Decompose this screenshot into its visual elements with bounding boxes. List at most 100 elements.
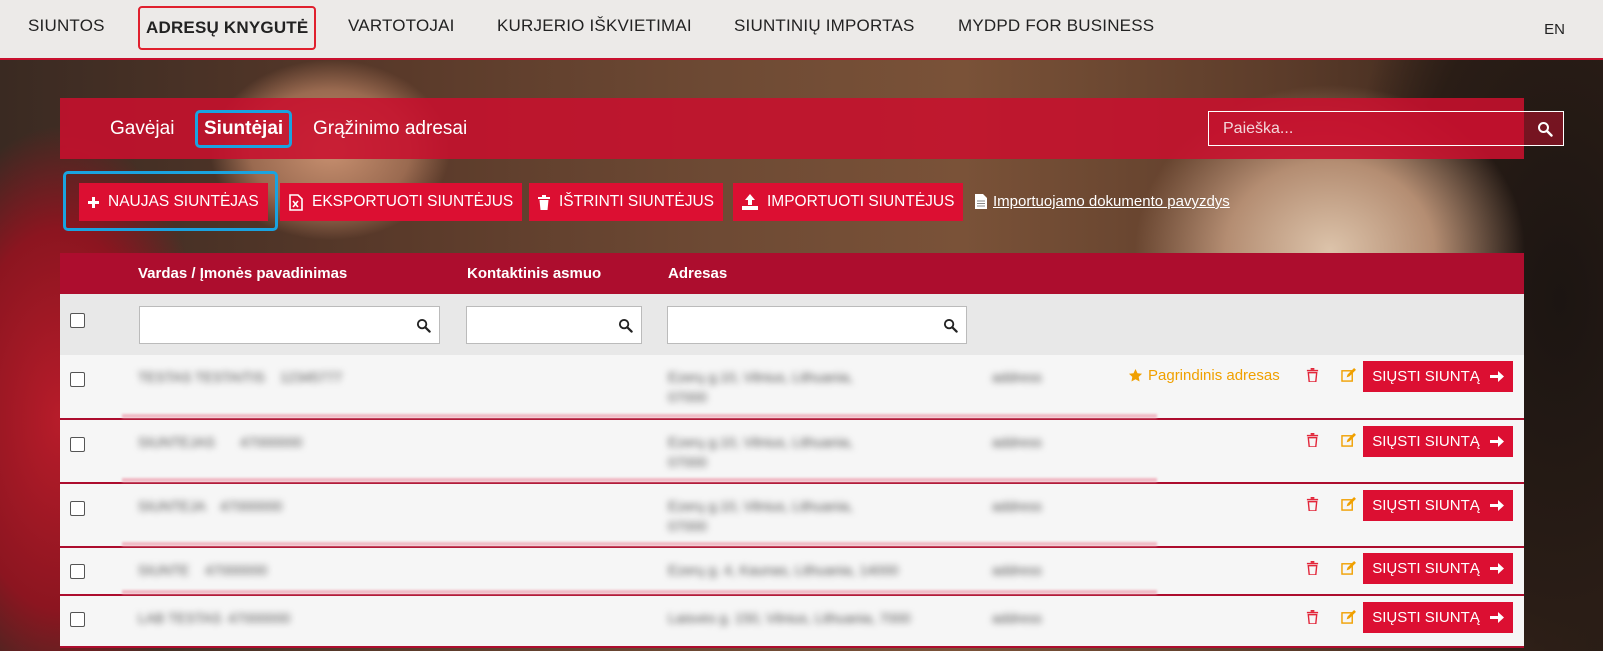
- sender-extra: address: [992, 369, 1042, 385]
- arrow-right-icon: [1489, 499, 1504, 512]
- column-name[interactable]: Vardas / Įmonės pavadinimas: [138, 265, 347, 282]
- filter-contact-input[interactable]: [466, 306, 642, 344]
- sender-address: Laisvės g. 150, Vilnius, Lithuania, 7000: [668, 610, 911, 626]
- search-icon[interactable]: [416, 318, 431, 333]
- table-row[interactable]: SIUNTE 47000000 Ezerų g. 4, Kaunas, Lith…: [60, 548, 1524, 596]
- delete-row-icon[interactable]: [1306, 610, 1319, 624]
- table-row[interactable]: SIUNTEJAS 47000000 Ezerų g.10, Vilnius, …: [60, 420, 1524, 484]
- column-contact[interactable]: Kontaktinis asmuo: [467, 265, 601, 282]
- sender-address: Ezerų g.10, Vilnius, Lithuania,: [668, 434, 853, 450]
- row-checkbox[interactable]: [70, 372, 85, 387]
- nav-vartotojai[interactable]: VARTOTOJAI: [348, 16, 455, 36]
- export-senders-label: EKSPORTUOTI SIUNTĖJUS: [312, 193, 514, 210]
- edit-row-icon[interactable]: [1341, 610, 1356, 624]
- tab-gavejai[interactable]: Gavėjai: [110, 118, 174, 140]
- sender-address: Ezerų g.10, Vilnius, Lithuania,: [668, 498, 853, 514]
- document-icon: [975, 194, 987, 209]
- filter-address-input[interactable]: [667, 306, 967, 344]
- table-row[interactable]: TESTAS TESTAITIS 12345777 Ezerų g.10, Vi…: [60, 355, 1524, 420]
- addressbook-tabs: Gavėjai Siuntėjai Grąžinimo adresai Paie…: [60, 98, 1564, 159]
- row-divider: [122, 414, 1157, 418]
- send-parcel-button[interactable]: SIŲSTI SIUNTĄ: [1363, 553, 1513, 584]
- primary-address-badge: Pagrindinis adresas: [1128, 367, 1280, 384]
- nav-siuntiniu-importas[interactable]: SIUNTINIŲ IMPORTAS: [734, 16, 915, 36]
- language-switch[interactable]: EN: [1544, 21, 1565, 38]
- sender-name: SIUNTEJA: [138, 498, 206, 514]
- sender-code: 12345777: [280, 369, 343, 385]
- primary-address-label: Pagrindinis adresas: [1148, 367, 1280, 384]
- import-senders-button[interactable]: IMPORTUOTI SIUNTĖJUS: [733, 183, 964, 221]
- row-divider: [122, 478, 1157, 482]
- row-checkbox[interactable]: [70, 612, 85, 627]
- tab-grazinimo-adresai[interactable]: Grąžinimo adresai: [313, 118, 467, 140]
- table-header: Vardas / Įmonės pavadinimas Kontaktinis …: [60, 253, 1524, 294]
- sender-name: SIUNTEJAS: [138, 434, 216, 450]
- sender-address-zip: 07000: [668, 518, 707, 534]
- send-parcel-button[interactable]: SIŲSTI SIUNTĄ: [1363, 602, 1513, 633]
- search-input[interactable]: Paieška...: [1208, 111, 1564, 146]
- delete-row-icon[interactable]: [1306, 497, 1319, 511]
- new-sender-label: NAUJAS SIUNTĖJAS: [108, 193, 259, 210]
- send-parcel-button[interactable]: SIŲSTI SIUNTĄ: [1363, 490, 1513, 521]
- send-parcel-button[interactable]: SIŲSTI SIUNTĄ: [1363, 361, 1513, 392]
- send-parcel-label: SIŲSTI SIUNTĄ: [1372, 433, 1480, 450]
- sender-name: TESTAS TESTAITIS: [138, 369, 265, 385]
- sender-address-zip: 07000: [668, 389, 707, 405]
- sender-code: 47000000: [240, 434, 303, 450]
- send-parcel-label: SIŲSTI SIUNTĄ: [1372, 609, 1480, 626]
- row-checkbox[interactable]: [70, 564, 85, 579]
- sender-code: 47000000: [220, 498, 283, 514]
- row-checkbox[interactable]: [70, 437, 85, 452]
- trash-icon: [538, 194, 550, 210]
- nav-kurjerio-iskvietimai[interactable]: KURJERIO IŠKVIETIMAI: [497, 16, 692, 36]
- arrow-right-icon: [1489, 562, 1504, 575]
- sender-extra: address: [992, 610, 1042, 626]
- nav-adresu-knygute[interactable]: ADRESŲ KNYGUTĖ: [138, 6, 317, 50]
- delete-senders-label: IŠTRINTI SIUNTĖJUS: [559, 193, 715, 210]
- send-parcel-button[interactable]: SIŲSTI SIUNTĄ: [1363, 426, 1513, 457]
- sample-document-link[interactable]: Importuojamo dokumento pavyzdys: [975, 193, 1230, 210]
- import-senders-label: IMPORTUOTI SIUNTĖJUS: [767, 193, 955, 210]
- search-placeholder: Paieška...: [1223, 120, 1294, 137]
- delete-row-icon[interactable]: [1306, 433, 1319, 447]
- row-checkbox[interactable]: [70, 501, 85, 516]
- column-address[interactable]: Adresas: [668, 265, 727, 282]
- sender-extra: address: [992, 434, 1042, 450]
- send-parcel-label: SIŲSTI SIUNTĄ: [1372, 497, 1480, 514]
- arrow-right-icon: [1489, 611, 1504, 624]
- top-navigation: SIUNTOS ADRESŲ KNYGUTĖ VARTOTOJAI KURJER…: [0, 0, 1603, 60]
- star-icon: [1128, 368, 1143, 383]
- nav-siuntos[interactable]: SIUNTOS: [28, 16, 105, 36]
- select-all-checkbox[interactable]: [70, 313, 85, 328]
- sender-extra: address: [992, 562, 1042, 578]
- arrow-right-icon: [1489, 370, 1504, 383]
- sender-address: Ezerų g. 4, Kaunas, Lithuania, 14000: [668, 562, 899, 578]
- table-row[interactable]: LAB TESTAS 47000000 Laisvės g. 150, Viln…: [60, 596, 1524, 648]
- search-icon[interactable]: [1537, 121, 1553, 137]
- delete-row-icon[interactable]: [1306, 561, 1319, 575]
- excel-file-icon: [289, 193, 303, 211]
- filter-name-input[interactable]: [139, 306, 440, 344]
- edit-row-icon[interactable]: [1341, 433, 1356, 447]
- sender-code: 47000000: [205, 562, 268, 578]
- senders-table: Vardas / Įmonės pavadinimas Kontaktinis …: [60, 253, 1524, 648]
- new-sender-button[interactable]: NAUJAS SIUNTĖJAS: [79, 183, 268, 221]
- row-divider: [122, 542, 1157, 546]
- sender-name: LAB TESTAS: [138, 610, 222, 626]
- sender-code: 47000000: [228, 610, 291, 626]
- tab-siuntejai[interactable]: Siuntėjai: [195, 110, 293, 148]
- edit-row-icon[interactable]: [1341, 368, 1356, 382]
- sender-extra: address: [992, 498, 1042, 514]
- nav-mydpd-for-business[interactable]: MYDPD FOR BUSINESS: [958, 16, 1154, 36]
- search-icon[interactable]: [618, 318, 633, 333]
- export-senders-button[interactable]: EKSPORTUOTI SIUNTĖJUS: [280, 183, 523, 221]
- upload-icon: [742, 194, 758, 210]
- delete-row-icon[interactable]: [1306, 368, 1319, 382]
- delete-senders-button[interactable]: IŠTRINTI SIUNTĖJUS: [529, 183, 724, 221]
- table-row[interactable]: SIUNTEJA 47000000 Ezerų g.10, Vilnius, L…: [60, 484, 1524, 548]
- sender-name: SIUNTE: [138, 562, 190, 578]
- search-icon[interactable]: [943, 318, 958, 333]
- row-divider: [122, 590, 1157, 594]
- edit-row-icon[interactable]: [1341, 497, 1356, 511]
- edit-row-icon[interactable]: [1341, 561, 1356, 575]
